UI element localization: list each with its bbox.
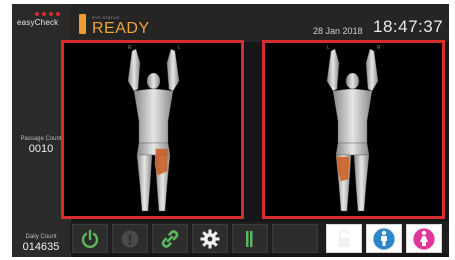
- level-indicator: [232, 224, 268, 253]
- brand-dot: [42, 12, 46, 16]
- level-icon: [246, 230, 253, 247]
- brand-dot: [35, 12, 39, 16]
- alert-button[interactable]: [112, 224, 148, 253]
- brand-name: easyCheck: [17, 18, 59, 27]
- front-threat-zone: [154, 148, 169, 176]
- alert-icon: [121, 230, 139, 247]
- unlock-icon: [338, 228, 350, 247]
- brand-dot: [56, 12, 60, 16]
- settings-button[interactable]: [192, 224, 228, 253]
- brand-logo: easyCheck: [17, 12, 69, 27]
- female-icon: [412, 227, 436, 250]
- link-button[interactable]: [152, 224, 188, 253]
- back-body-figure: [326, 48, 379, 212]
- time-display: 18:47:37: [373, 17, 444, 36]
- bottom-toolbar: [70, 222, 449, 253]
- power-icon: [81, 229, 99, 248]
- toolbar-spacer: [272, 224, 318, 253]
- daily-count-value: 014635: [22, 241, 60, 253]
- status-indicator-bar: [79, 14, 86, 34]
- male-icon: [372, 227, 396, 250]
- daily-counter: Daily Count 014635: [12, 234, 70, 253]
- date-display: 28 Jan 2018: [313, 26, 363, 36]
- status-text: READY: [92, 20, 150, 37]
- front-scan-panel[interactable]: R L: [61, 40, 244, 219]
- power-button[interactable]: [72, 224, 108, 253]
- daily-count-label: Daily Count: [25, 234, 57, 240]
- back-scan-panel[interactable]: L R: [262, 40, 445, 219]
- link-icon: [161, 229, 179, 248]
- unlock-button[interactable]: [326, 224, 362, 253]
- gear-icon: [200, 229, 220, 248]
- front-body-figure: [127, 48, 180, 212]
- header-bar: SYS STATUS READY 28 Jan 2018 18:47:37: [70, 4, 449, 42]
- brand-dots: [35, 12, 69, 16]
- brand-dot: [49, 12, 53, 16]
- male-mode-button[interactable]: [366, 224, 402, 253]
- female-mode-button[interactable]: [406, 224, 442, 253]
